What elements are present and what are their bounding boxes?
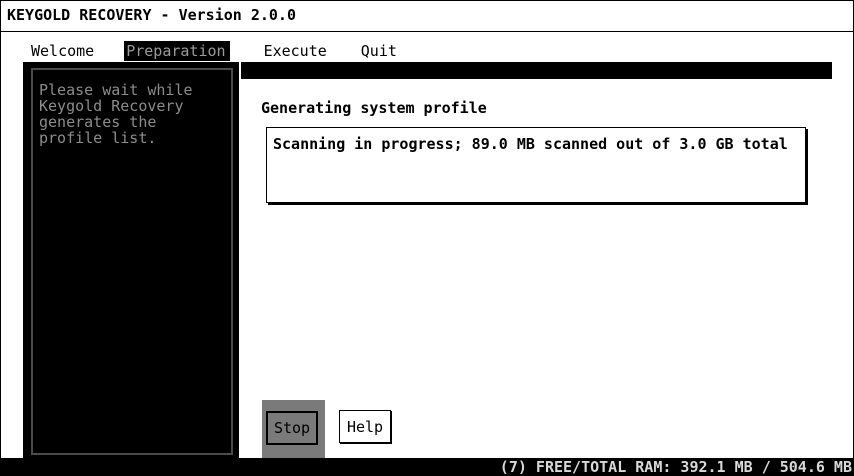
installer-screen: KEYGOLD RECOVERY - Version 2.0.0 Welcome…: [0, 0, 854, 476]
sidebar-panel: Please wait while Keygold Recovery gener…: [23, 62, 239, 459]
menu-item-execute[interactable]: Execute: [262, 41, 329, 61]
help-button[interactable]: Help: [339, 410, 391, 443]
progress-message-box: Scanning in progress; 89.0 MB scanned ou…: [266, 127, 806, 203]
ram-status: (7) FREE/TOTAL RAM: 392.1 MB / 504.6 MB: [499, 458, 852, 476]
stop-button[interactable]: Stop: [266, 411, 318, 445]
menu-bar: Welcome Preparation Execute Quit: [29, 41, 399, 61]
app-title: KEYGOLD RECOVERY - Version 2.0.0: [7, 6, 296, 24]
menu-item-quit[interactable]: Quit: [359, 41, 399, 61]
sidebar-message: Please wait while Keygold Recovery gener…: [39, 81, 193, 147]
sidebar-frame: Please wait while Keygold Recovery gener…: [31, 68, 233, 455]
status-bar: (7) FREE/TOTAL RAM: 392.1 MB / 504.6 MB: [0, 458, 854, 476]
stop-button-focus-highlight: Stop: [262, 400, 325, 459]
menu-underline-bar: [241, 62, 832, 79]
progress-message: Scanning in progress; 89.0 MB scanned ou…: [273, 135, 788, 153]
title-bar: KEYGOLD RECOVERY - Version 2.0.0: [1, 1, 853, 32]
page-heading: Generating system profile: [261, 99, 487, 117]
menu-item-preparation[interactable]: Preparation: [124, 41, 230, 61]
menu-item-welcome[interactable]: Welcome: [29, 41, 96, 61]
